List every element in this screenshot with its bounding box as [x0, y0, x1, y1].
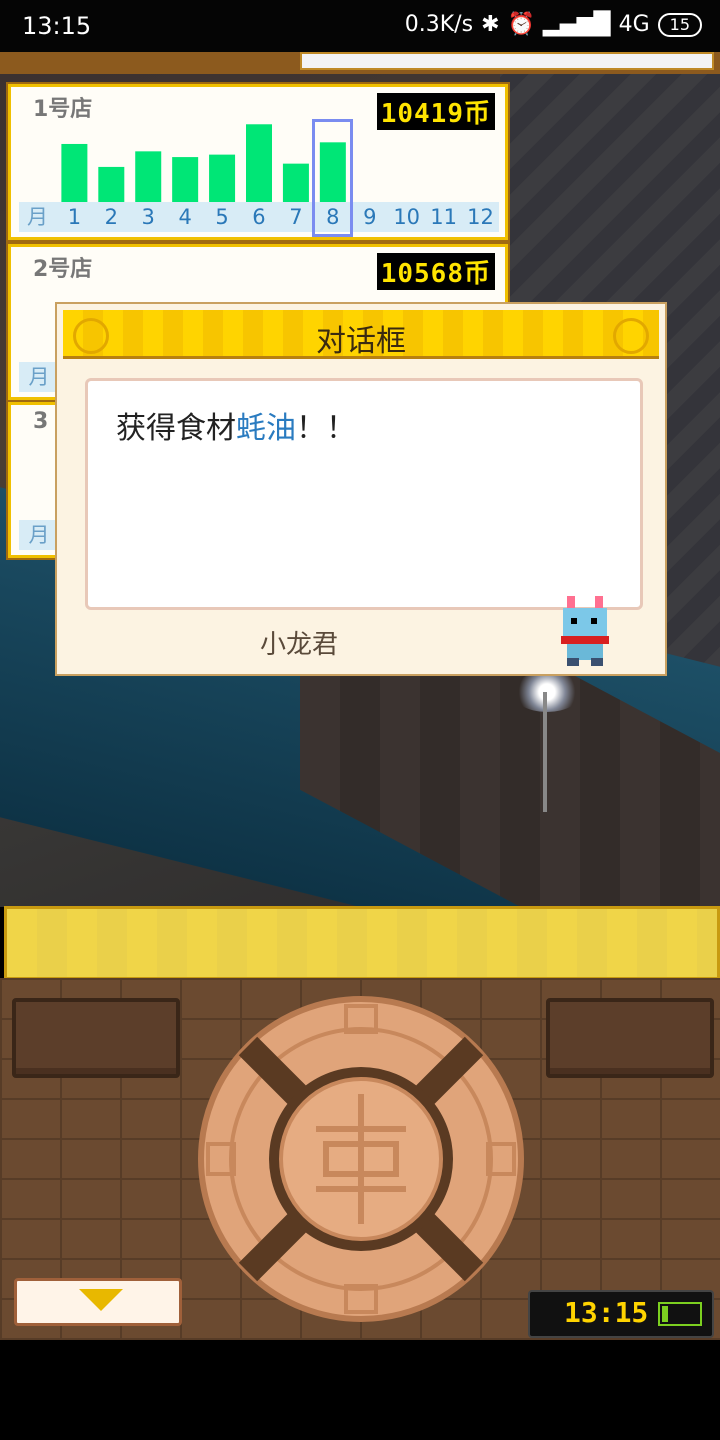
sales-bar-month-3: [135, 151, 162, 203]
message-bubble: 获得食材蚝油！！: [85, 378, 643, 610]
alarm-icon: ⏰: [507, 12, 535, 37]
network-type: 4G: [618, 12, 650, 37]
message-prefix: 获得食材: [116, 411, 236, 446]
dragon-character-icon: [561, 596, 609, 666]
network-speed: 0.3K/s: [404, 12, 474, 37]
month-2[interactable]: 2: [93, 202, 130, 232]
street-lamp-light: [512, 672, 582, 712]
month-7[interactable]: 7: [277, 202, 314, 232]
left-soft-button[interactable]: [12, 998, 180, 1078]
month-4[interactable]: 4: [167, 202, 204, 232]
dialog-header: 对话框: [63, 310, 659, 359]
dialog-box[interactable]: 对话框 获得食材蚝油！！ 小龙君: [55, 302, 667, 676]
sales-bar-month-6: [246, 124, 272, 203]
month-label: 月: [28, 523, 50, 547]
month-12[interactable]: 12: [462, 202, 499, 232]
sales-bar-chart: [61, 124, 346, 203]
month-11[interactable]: 11: [425, 202, 462, 232]
month-label: 月: [26, 205, 48, 229]
dialog-title: 对话框: [316, 324, 406, 359]
directional-pad[interactable]: [196, 994, 526, 1324]
store-name: 3: [33, 409, 49, 434]
sales-bar-month-7: [282, 163, 309, 203]
status-bar: 13:15 0.3K/s ✱ ⏰ ▂▄▆█ 4G 15: [0, 0, 720, 52]
sales-bar-month-4: [172, 157, 199, 203]
collapse-button[interactable]: [14, 1278, 182, 1326]
top-info-strip: [300, 52, 714, 70]
store-name: 2号店: [33, 257, 93, 282]
down-arrow-icon: [79, 1289, 123, 1311]
sales-bar-month-5: [209, 154, 236, 203]
speaker-name: 小龙君: [259, 630, 338, 660]
month-9[interactable]: 9: [351, 202, 388, 232]
info-bar: [4, 906, 720, 980]
month-label: 月: [28, 365, 50, 389]
clock-time: 13:15: [564, 1296, 649, 1329]
month-6[interactable]: 6: [241, 202, 278, 232]
amount-value: 10568: [380, 259, 464, 289]
battery-icon: 15: [657, 12, 702, 37]
month-1[interactable]: 1: [56, 202, 93, 232]
sales-bar-month-2: [98, 166, 125, 203]
message-suffix: ！！: [296, 411, 356, 446]
ingredient-name: 蚝油: [236, 411, 296, 446]
month-row: 月 1 2 3 4 5 6 7 8 9 10 11 12: [19, 202, 499, 232]
bluetooth-icon: ✱: [481, 12, 500, 37]
store-card-1[interactable]: 1号店 10419币 月 1 2 3 4 5 6 7 8 9 10 11 12: [8, 84, 508, 240]
month-row: 月: [19, 362, 59, 392]
month-10[interactable]: 10: [388, 202, 425, 232]
game-clock: 13:15: [528, 1290, 714, 1338]
month-row: 月: [19, 520, 59, 550]
dialog-message: 获得食材蚝油！！: [116, 403, 356, 447]
sales-bar-month-1: [61, 143, 88, 203]
status-right-group: 0.3K/s ✱ ⏰ ▂▄▆█ 4G 15: [405, 12, 702, 37]
battery-icon: [658, 1302, 702, 1326]
store-amount: 10568币: [376, 253, 495, 290]
selected-month-highlight: [312, 119, 354, 237]
status-time: 13:15: [22, 12, 92, 40]
month-5[interactable]: 5: [204, 202, 241, 232]
bottom-area: [0, 1340, 720, 1440]
currency-label: 币: [463, 259, 491, 289]
month-3[interactable]: 3: [130, 202, 167, 232]
right-soft-button[interactable]: [546, 998, 714, 1078]
street-lamp: [543, 692, 547, 812]
signal-icon: ▂▄▆█: [542, 12, 611, 37]
